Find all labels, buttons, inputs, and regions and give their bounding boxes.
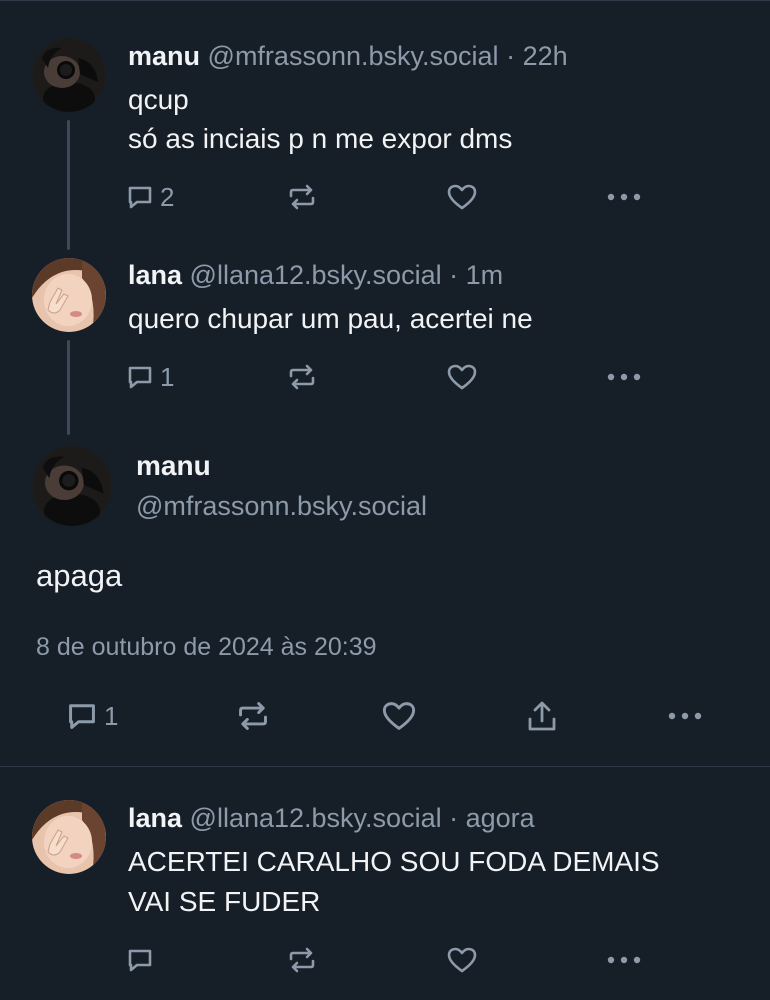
post-text: apaga [36,558,123,593]
like-button[interactable] [446,940,478,980]
reply-button[interactable]: 1 [126,357,174,397]
more-icon [607,373,641,381]
post-actions: 1 [0,696,770,736]
reply-count: 2 [160,181,175,212]
post-actions [0,940,770,980]
separator: · [449,803,459,833]
like-button[interactable] [446,357,478,397]
post-header: lana @llana12.bsky.social · 1m [128,259,503,291]
like-button[interactable] [446,177,478,217]
repost-icon [287,363,317,391]
post-text-line: qcup [128,84,189,115]
author-name[interactable]: lana [128,260,182,290]
repost-button[interactable] [236,696,270,736]
heart-icon [446,946,478,974]
heart-icon [381,700,417,732]
reply-icon [126,363,154,391]
share-button[interactable] [526,696,558,736]
avatar-lana[interactable] [32,258,106,332]
reply-icon [126,946,154,974]
repost-icon [236,700,270,732]
reply-count: 1 [160,361,175,392]
author-handle[interactable]: @llana12.bsky.social [190,803,442,833]
more-button[interactable] [607,940,641,980]
post-actions: 1 [0,357,770,397]
more-icon [668,712,702,720]
avatar-manu[interactable] [32,446,112,526]
reply-button[interactable] [126,940,154,980]
post-text-line: ACERTEI CARALHO SOU FODA DEMAIS [128,846,660,877]
repost-icon [287,183,317,211]
post-time[interactable]: agora [466,803,535,833]
more-button[interactable] [607,357,641,397]
post-actions: 2 [0,177,770,217]
more-button[interactable] [668,696,702,736]
author-name[interactable]: manu [128,41,200,71]
author-handle[interactable]: @llana12.bsky.social [190,260,442,290]
share-icon [526,699,558,733]
reply-icon [126,183,154,211]
post-time[interactable]: 22h [523,41,568,71]
post-text-line: quero chupar um pau, acertei ne [128,303,533,334]
reply-button[interactable]: 1 [66,696,118,736]
post-header: manu @mfrassonn.bsky.social · 22h [128,40,568,72]
post-date: 8 de outubro de 2024 às 20:39 [36,633,377,661]
divider [0,766,770,767]
author-name[interactable]: manu [136,450,211,482]
reply-count: 1 [104,700,119,731]
repost-button[interactable] [287,357,317,397]
post-header: lana @llana12.bsky.social · agora [128,802,535,834]
avatar-lana[interactable] [32,800,106,874]
top-divider [0,0,770,1]
repost-button[interactable] [287,940,317,980]
avatar-manu[interactable] [32,38,106,112]
post-text-line: VAI SE FUDER [128,886,321,917]
separator: · [449,260,459,290]
repost-button[interactable] [287,177,317,217]
reply-icon [66,700,98,732]
author-handle[interactable]: @mfrassonn.bsky.social [136,491,427,522]
heart-icon [446,363,478,391]
more-icon [607,956,641,964]
more-icon [607,193,641,201]
like-button[interactable] [381,696,417,736]
author-name[interactable]: lana [128,803,182,833]
separator: · [506,41,516,71]
reply-button[interactable]: 2 [126,177,174,217]
post-time[interactable]: 1m [466,260,504,290]
post-text-line: só as inciais p n me expor dms [128,123,513,154]
more-button[interactable] [607,177,641,217]
heart-icon [446,183,478,211]
repost-icon [287,946,317,974]
author-handle[interactable]: @mfrassonn.bsky.social [208,41,499,71]
